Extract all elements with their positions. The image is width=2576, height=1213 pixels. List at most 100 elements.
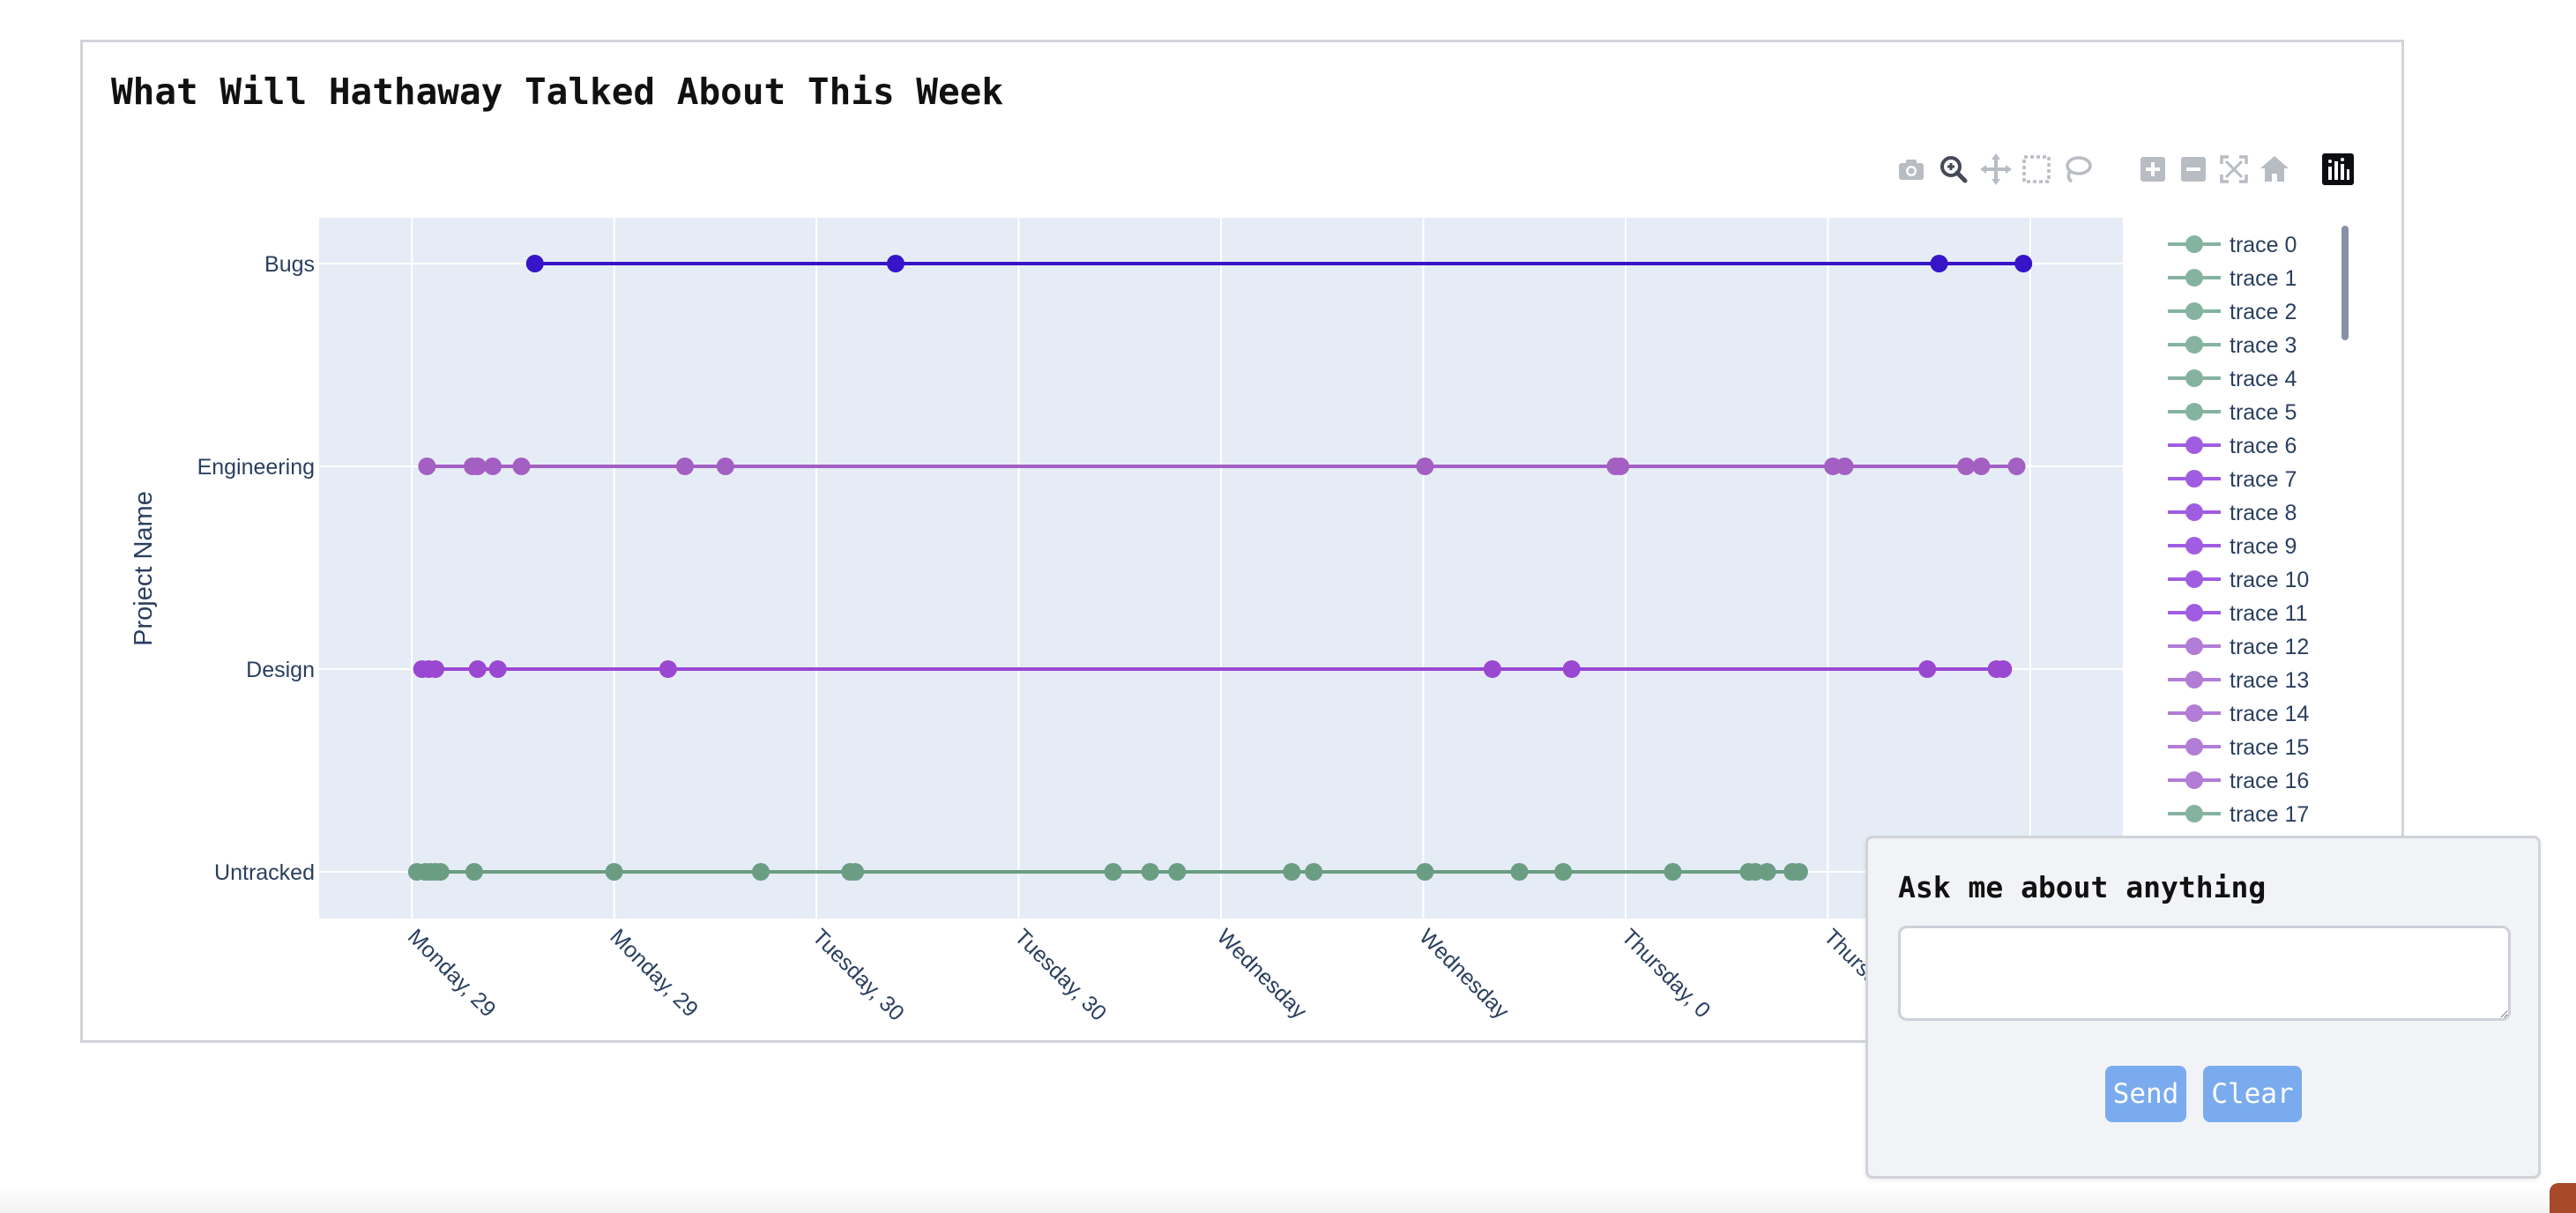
legend-label: trace 8 — [2230, 501, 2297, 525]
data-point — [605, 863, 623, 881]
data-point — [1957, 458, 1976, 475]
data-point — [1790, 863, 1808, 881]
data-point — [1972, 458, 1991, 475]
data-point — [468, 458, 487, 475]
legend-swatch-marker — [2185, 470, 2203, 487]
legend-swatch-marker — [2185, 503, 2203, 521]
legend-item[interactable]: trace 17 — [2168, 802, 2309, 827]
legend-swatch-marker — [2185, 436, 2203, 454]
data-point — [1758, 863, 1776, 881]
legend-item[interactable]: trace 5 — [2168, 400, 2297, 425]
legend-label: trace 2 — [2230, 300, 2297, 324]
data-point — [1510, 863, 1529, 881]
data-point — [512, 458, 531, 475]
data-point — [1612, 458, 1630, 475]
data-point — [1835, 458, 1854, 475]
data-point — [525, 255, 544, 272]
legend-label: trace 3 — [2230, 333, 2297, 358]
data-point — [488, 660, 507, 678]
legend-swatch-marker — [2185, 269, 2203, 287]
data-point — [1664, 863, 1682, 881]
data-point — [675, 458, 694, 475]
chat-input[interactable] — [1898, 926, 2511, 1021]
legend-item[interactable]: trace 9 — [2168, 534, 2297, 559]
legend-item[interactable]: trace 14 — [2168, 702, 2309, 726]
legend-scrollbar[interactable] — [2341, 226, 2349, 340]
data-point — [1141, 863, 1159, 881]
legend-swatch-marker — [2185, 302, 2203, 320]
legend-item[interactable]: trace 1 — [2168, 266, 2297, 291]
legend-swatch-marker — [2185, 537, 2203, 554]
data-point — [716, 458, 734, 475]
data-point — [1168, 863, 1187, 881]
legend-item[interactable]: trace 4 — [2168, 367, 2297, 391]
y-tick-label: Bugs — [264, 252, 315, 277]
data-point — [1918, 660, 1937, 678]
y-tick-label: Engineering — [197, 455, 315, 480]
legend-item[interactable]: trace 8 — [2168, 501, 2297, 525]
data-point — [886, 255, 905, 272]
x-tick-label: Wednesday — [1212, 924, 1312, 1023]
legend-swatch-marker — [2185, 336, 2203, 353]
legend-swatch-marker — [2185, 403, 2203, 420]
legend-swatch-marker — [2185, 771, 2203, 789]
legend-label: trace 10 — [2230, 568, 2309, 592]
legend-item[interactable]: trace 3 — [2168, 333, 2297, 358]
data-point — [418, 458, 436, 475]
data-point — [751, 863, 770, 881]
legend-item[interactable]: trace 0 — [2168, 233, 2297, 257]
legend-item[interactable]: trace 11 — [2168, 601, 2307, 626]
legend-item[interactable]: trace 16 — [2168, 769, 2309, 793]
data-point — [2014, 255, 2033, 272]
legend-label: trace 11 — [2230, 601, 2307, 626]
chat-panel: Ask me about anything Send Clear — [1865, 836, 2541, 1179]
legend-label: trace 15 — [2230, 735, 2309, 760]
x-tick-label: Monday, 29 — [605, 924, 703, 1022]
x-tick-label: Tuesday, 30 — [1009, 924, 1111, 1025]
clear-button[interactable]: Clear — [2203, 1066, 2302, 1122]
legend-label: trace 13 — [2230, 668, 2309, 693]
legend-label: trace 16 — [2230, 769, 2309, 793]
legend-item[interactable]: trace 12 — [2168, 635, 2309, 659]
data-point — [465, 863, 483, 881]
legend-label: trace 14 — [2230, 702, 2309, 726]
legend-swatch-marker — [2185, 369, 2203, 387]
data-point — [1416, 458, 1434, 475]
data-point — [468, 660, 487, 678]
data-point — [2007, 458, 2026, 475]
legend-label: trace 4 — [2230, 367, 2297, 391]
chat-title: Ask me about anything — [1898, 870, 2267, 904]
data-point — [1483, 660, 1501, 678]
corner-tab — [2550, 1183, 2576, 1213]
data-point — [1554, 863, 1573, 881]
data-point — [1562, 660, 1581, 678]
data-point — [1416, 863, 1434, 881]
legend-item[interactable]: trace 6 — [2168, 434, 2297, 458]
legend-swatch-marker — [2185, 805, 2203, 822]
x-tick-label: Wednesday — [1414, 924, 1514, 1023]
legend-label: trace 9 — [2230, 534, 2297, 559]
data-point — [1283, 863, 1301, 881]
send-button[interactable]: Send — [2105, 1066, 2186, 1122]
window-bottom-edge — [0, 1187, 2576, 1213]
data-point — [426, 660, 444, 678]
legend-item[interactable]: trace 15 — [2168, 735, 2309, 760]
x-tick-label: Monday, 29 — [403, 924, 501, 1022]
legend-swatch-marker — [2185, 637, 2203, 655]
data-point — [846, 863, 865, 881]
x-tick-label: Tuesday, 30 — [808, 924, 909, 1025]
legend-label: trace 0 — [2230, 233, 2297, 257]
y-axis-title: Project Name — [130, 491, 158, 646]
legend-item[interactable]: trace 7 — [2168, 467, 2297, 492]
legend-item[interactable]: trace 2 — [2168, 300, 2297, 324]
data-point — [659, 660, 677, 678]
legend: trace 0 trace 1 trace 2 trace 3 trace 4 trace… — [2168, 233, 2309, 827]
legend-swatch-marker — [2185, 704, 2203, 722]
data-point — [483, 458, 502, 475]
legend-item[interactable]: trace 13 — [2168, 668, 2309, 693]
data-point — [1104, 863, 1122, 881]
y-tick-label: Design — [246, 658, 315, 682]
y-tick-label: Untracked — [214, 860, 315, 885]
legend-item[interactable]: trace 10 — [2168, 568, 2309, 592]
legend-swatch-marker — [2185, 671, 2203, 688]
